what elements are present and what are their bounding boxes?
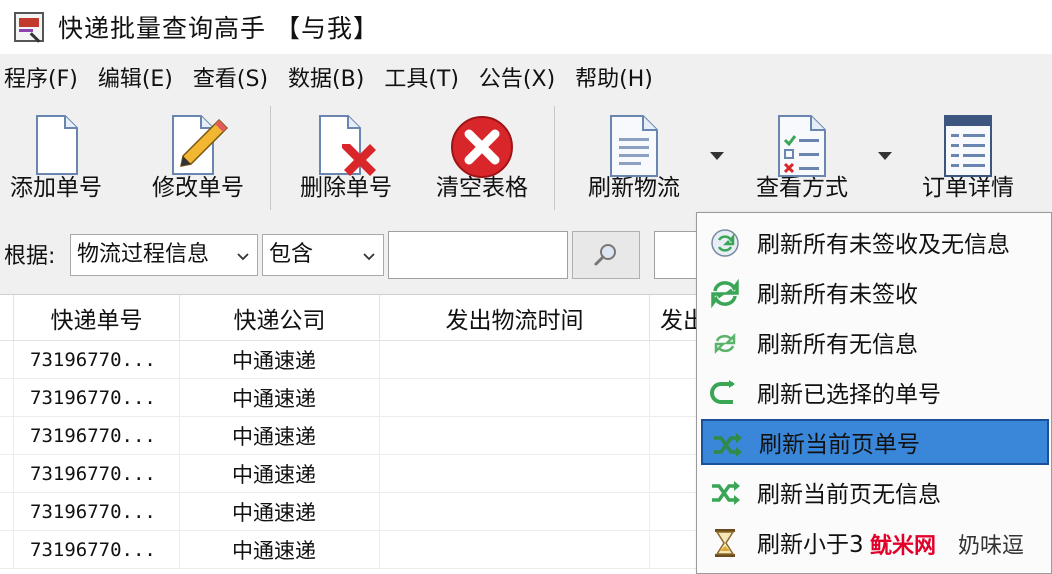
- app-logo-icon: [14, 12, 44, 43]
- watermark-logo: 鱿米网: [870, 534, 937, 559]
- filter-operator-select[interactable]: 包含: [262, 234, 384, 276]
- menu-help[interactable]: 帮助(H): [575, 59, 653, 95]
- column-header[interactable]: 快递单号: [14, 295, 180, 341]
- refresh-green-icon: [711, 278, 739, 308]
- shuffle-icon: [714, 433, 742, 457]
- delete-number-button[interactable]: 删除单号: [294, 106, 398, 210]
- ship-time-cell: [380, 493, 650, 531]
- tracking-number-cell: 73196770...: [14, 455, 180, 493]
- refresh-dropdown-caret-icon[interactable]: [710, 152, 724, 160]
- hourglass-icon: [715, 529, 735, 557]
- row-indicator: [0, 455, 14, 493]
- courier-company-cell: 中通速递: [180, 531, 380, 569]
- menu-item-label: 刷新所有无信息: [757, 332, 918, 358]
- refresh-dropdown-menu: 刷新所有未签收及无信息 刷新所有未签收 刷新所有无信息 刷新已选择的单号 刷新当…: [696, 212, 1052, 574]
- refresh-logistics-button[interactable]: 刷新物流: [582, 106, 686, 210]
- courier-company-cell: 中通速递: [180, 493, 380, 531]
- menu-item-refresh-current-page[interactable]: 刷新当前页单号: [701, 419, 1049, 465]
- search-icon: [594, 244, 616, 266]
- tracking-number-cell: 73196770...: [14, 379, 180, 417]
- shuffle-icon: [712, 481, 740, 505]
- tracking-number-cell: 73196770...: [14, 531, 180, 569]
- delete-document-icon: [319, 115, 376, 176]
- courier-company-cell: 中通速递: [180, 417, 380, 455]
- ship-time-cell: [380, 417, 650, 455]
- courier-company-cell: 中通速递: [180, 379, 380, 417]
- filter-field-select[interactable]: 物流过程信息: [70, 234, 258, 276]
- toolbar-separator: [270, 106, 271, 210]
- filter-operator-value: 包含: [269, 242, 314, 267]
- refresh-list-icon: [610, 115, 658, 177]
- menu-notice[interactable]: 公告(X): [479, 59, 555, 95]
- courier-company-cell: 中通速递: [180, 455, 380, 493]
- menu-item-refresh-selected[interactable]: 刷新已选择的单号: [701, 369, 1049, 415]
- row-indicator: [0, 493, 14, 531]
- edit-number-button[interactable]: 修改单号: [146, 106, 250, 210]
- title-bar: 快递批量查询高手 【与我】: [0, 0, 1052, 54]
- courier-company-cell: 中通速递: [180, 341, 380, 379]
- view-mode-button[interactable]: 查看方式: [750, 106, 854, 210]
- add-number-button[interactable]: 添加单号: [4, 106, 108, 210]
- menu-item-label: 刷新所有未签收: [757, 282, 918, 308]
- menu-item-refresh-unsigned[interactable]: 刷新所有未签收: [701, 269, 1049, 315]
- row-indicator: [0, 379, 14, 417]
- column-header[interactable]: 快递公司: [180, 295, 380, 341]
- menu-item-refresh-unsigned-and-no-info[interactable]: 刷新所有未签收及无信息: [701, 219, 1049, 265]
- row-indicator: [0, 341, 14, 379]
- row-indicator: [0, 531, 14, 569]
- menu-data[interactable]: 数据(B): [288, 59, 364, 95]
- refresh-small-icon: [714, 332, 736, 355]
- search-input[interactable]: [388, 231, 568, 279]
- tracking-number-cell: 73196770...: [14, 417, 180, 455]
- watermark-author: 奶味逗: [958, 534, 1025, 559]
- menu-bar: 程序(F) 编辑(E) 查看(S) 数据(B) 工具(T) 公告(X) 帮助(H…: [0, 58, 1052, 96]
- ship-time-cell: [380, 341, 650, 379]
- menu-program[interactable]: 程序(F): [4, 59, 78, 95]
- order-detail-button[interactable]: 订单详情: [916, 106, 1020, 210]
- toolbar-separator: [554, 106, 555, 210]
- menu-item-label: 刷新当前页单号: [759, 432, 920, 458]
- clear-x-icon: [451, 116, 513, 178]
- checklist-icon: [778, 115, 826, 177]
- menu-item-label: 刷新所有未签收及无信息: [757, 232, 1010, 258]
- refresh-circle-icon: [711, 229, 739, 257]
- chevron-down-icon: [363, 253, 375, 261]
- filter-label: 根据:: [4, 244, 56, 269]
- menu-item-label: 刷新小于3: [757, 532, 864, 558]
- clear-table-button[interactable]: 清空表格: [430, 106, 534, 210]
- filter-field-value: 物流过程信息: [77, 242, 210, 267]
- window-title: 快递批量查询高手 【与我】: [58, 14, 379, 43]
- menu-item-label: 刷新当前页无信息: [757, 482, 941, 508]
- row-indicator-header: [0, 295, 14, 341]
- refresh-selected-icon: [710, 380, 735, 404]
- ship-time-cell: [380, 531, 650, 569]
- document-icon: [36, 115, 78, 175]
- row-indicator: [0, 417, 14, 455]
- ship-time-cell: [380, 379, 650, 417]
- tracking-number-cell: 73196770...: [14, 341, 180, 379]
- column-header[interactable]: 发出物流时间: [380, 295, 650, 341]
- tracking-number-cell: 73196770...: [14, 493, 180, 531]
- menu-edit[interactable]: 编辑(E): [98, 59, 173, 95]
- toolbar: 添加单号 修改单号 删除单号 清空表格 刷新物流 查看方式 订单详情: [0, 100, 1052, 212]
- chevron-down-icon: [237, 253, 249, 261]
- ship-time-cell: [380, 455, 650, 493]
- menu-tools[interactable]: 工具(T): [384, 59, 459, 95]
- order-detail-icon: [944, 115, 992, 177]
- menu-view[interactable]: 查看(S): [193, 59, 268, 95]
- view-dropdown-caret-icon[interactable]: [878, 152, 892, 160]
- edit-pencil-icon: [172, 115, 229, 175]
- menu-item-label: 刷新已选择的单号: [757, 382, 941, 408]
- menu-item-refresh-no-info[interactable]: 刷新所有无信息: [701, 319, 1049, 365]
- menu-item-refresh-current-page-no-info[interactable]: 刷新当前页无信息: [701, 469, 1049, 515]
- search-button[interactable]: [572, 231, 640, 279]
